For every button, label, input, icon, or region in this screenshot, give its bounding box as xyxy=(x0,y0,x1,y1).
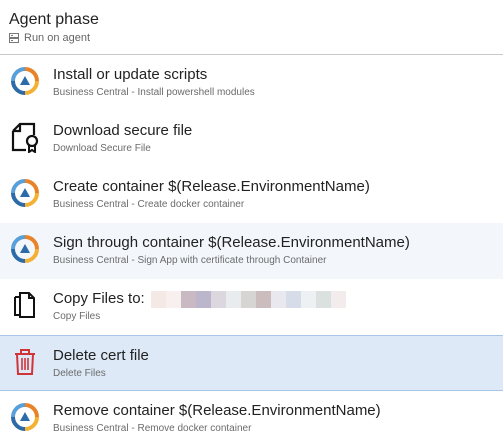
business-central-icon xyxy=(9,177,41,209)
secure-file-icon xyxy=(9,121,41,153)
trash-icon xyxy=(9,346,41,378)
task-list: Install or update scripts Business Centr… xyxy=(0,55,503,447)
redacted-path xyxy=(150,290,346,308)
task-install-scripts[interactable]: Install or update scripts Business Centr… xyxy=(0,55,503,111)
task-name: Create container $(Release.EnvironmentNa… xyxy=(53,178,370,195)
phase-subtitle: Run on agent xyxy=(24,32,91,44)
task-create-container[interactable]: Create container $(Release.EnvironmentNa… xyxy=(0,167,503,223)
task-name: Install or update scripts xyxy=(53,66,208,83)
copy-files-icon xyxy=(9,289,41,321)
task-name: Copy Files to: xyxy=(53,290,145,307)
task-description: Business Central - Remove docker contain… xyxy=(53,423,252,434)
phase-title: Agent phase xyxy=(9,11,99,28)
phase-subtitle-row: Run on agent xyxy=(9,32,493,44)
server-icon xyxy=(9,33,19,43)
task-description: Copy Files xyxy=(53,311,101,322)
task-name: Remove container $(Release.EnvironmentNa… xyxy=(53,402,381,419)
task-delete-cert-file[interactable]: Delete cert file Delete Files xyxy=(0,335,503,391)
task-name: Download secure file xyxy=(53,122,193,139)
task-name: Delete cert file xyxy=(53,347,149,364)
task-name-row: Copy Files to: xyxy=(53,289,346,309)
business-central-icon xyxy=(9,401,41,433)
task-description: Business Central - Install powershell mo… xyxy=(53,87,255,98)
task-download-secure-file[interactable]: Download secure file Download Secure Fil… xyxy=(0,111,503,167)
task-description: Business Central - Sign App with certifi… xyxy=(53,255,327,266)
task-remove-container[interactable]: Remove container $(Release.EnvironmentNa… xyxy=(0,391,503,447)
business-central-icon xyxy=(9,65,41,97)
task-copy-files[interactable]: Copy Files to: Copy Files xyxy=(0,279,503,335)
task-description: Download Secure File xyxy=(53,143,151,154)
task-name: Sign through container $(Release.Environ… xyxy=(53,234,410,251)
task-description: Delete Files xyxy=(53,368,106,379)
task-description: Business Central - Create docker contain… xyxy=(53,199,245,210)
business-central-icon xyxy=(9,233,41,265)
agent-phase-header[interactable]: Agent phase Run on agent xyxy=(0,0,503,55)
task-sign-through-container[interactable]: Sign through container $(Release.Environ… xyxy=(0,223,503,279)
